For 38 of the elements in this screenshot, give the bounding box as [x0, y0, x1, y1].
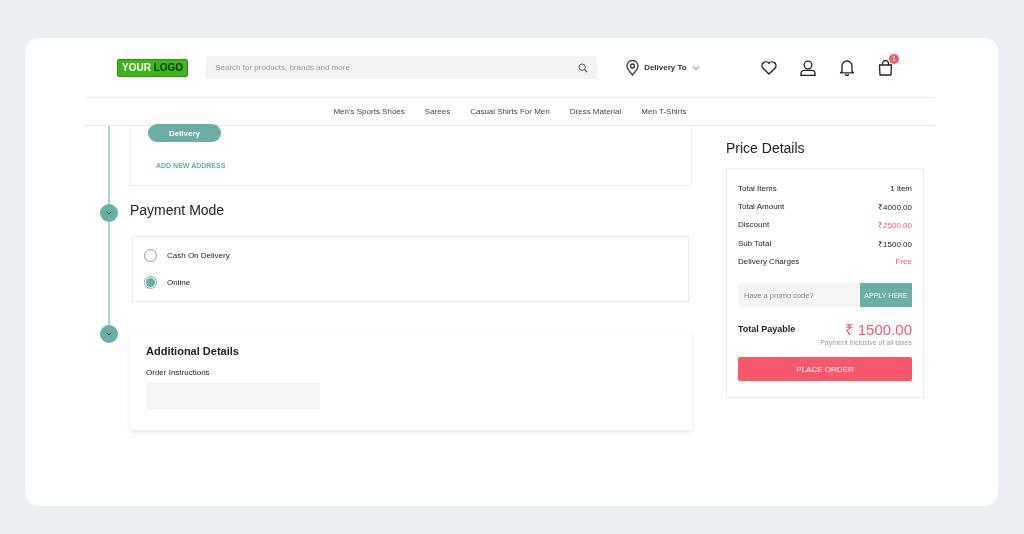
bell-icon[interactable] — [839, 59, 855, 76]
section-title: Price Details — [726, 140, 806, 156]
price-label: Sub Total — [738, 238, 772, 248]
nav-link[interactable]: Dress Material — [569, 107, 622, 116]
radio-button[interactable] — [144, 276, 157, 289]
price-label: Total Items — [738, 183, 777, 193]
caret-icon — [691, 64, 700, 71]
total-label: Total Payable — [738, 324, 796, 335]
option-label: Online — [167, 278, 191, 287]
nav-link[interactable]: Sarees — [424, 107, 451, 116]
nav-link[interactable]: Casual Shirts For Men — [470, 107, 550, 116]
user-icon[interactable] — [800, 59, 816, 76]
search-icon — [578, 63, 589, 73]
option-label: Cash On Delivery — [167, 251, 230, 260]
price-label: Delivery Charges — [738, 256, 800, 266]
step-toggle[interactable] — [100, 325, 118, 343]
step-toggle[interactable] — [100, 204, 118, 222]
shopping-bag-icon[interactable] — [878, 59, 893, 76]
price-value: ₹1500.00 — [878, 238, 912, 249]
logo[interactable]: YOUR LOGO — [117, 58, 189, 77]
field-label: Order Instructions — [146, 368, 211, 377]
nav-link[interactable]: Men's Sports Shoes — [333, 107, 405, 116]
price-label: Total Amount — [738, 201, 785, 211]
total-amount: ₹ 1500.00 — [844, 320, 912, 340]
card-title: Additional Details — [146, 345, 240, 357]
section-title: Payment Mode — [130, 202, 226, 220]
heart-icon[interactable] — [761, 60, 777, 75]
location-pin-icon — [626, 59, 640, 76]
delivery-to-dropdown[interactable]: Delivery To — [626, 59, 700, 76]
price-value: 1 item — [890, 183, 912, 193]
chevron-down-icon — [106, 332, 112, 336]
chevron-down-icon — [106, 211, 112, 215]
nav-link[interactable]: Men T-Shirts — [641, 107, 687, 116]
search-field[interactable]: Search for products, brands and more — [206, 56, 598, 79]
price-value: Free — [895, 256, 912, 266]
price-value: ₹2500.00 — [878, 220, 912, 231]
price-value: ₹4000.00 — [878, 201, 912, 212]
price-label: Discount — [738, 220, 770, 230]
